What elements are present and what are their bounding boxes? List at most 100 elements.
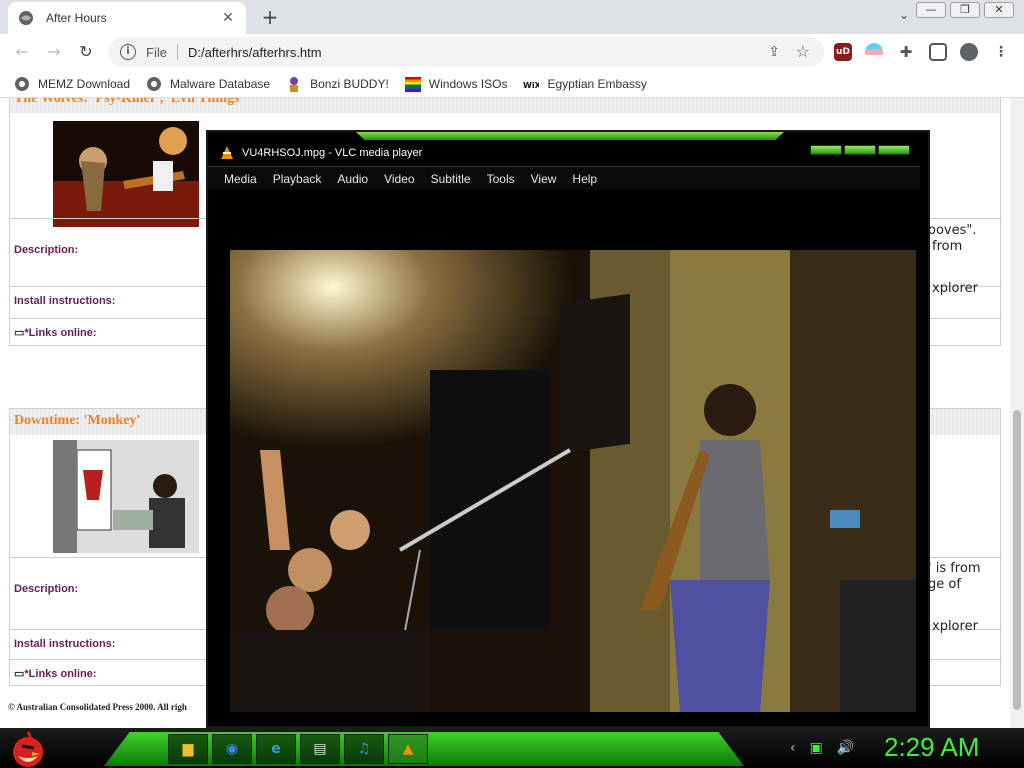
computer-icon[interactable]: ▤ <box>300 734 340 764</box>
site-info-icon[interactable]: i <box>120 44 136 60</box>
vlc-menu-bar: Media Playback Audio Video Subtitle Tool… <box>208 166 920 190</box>
bookmark-bonzi-buddy[interactable]: Bonzi BUDDY! <box>286 76 389 92</box>
bookmark-label: Windows ISOs <box>428 76 508 91</box>
globe-icon <box>15 76 29 91</box>
menu-video[interactable]: Video <box>384 172 414 186</box>
video-frame[interactable] <box>230 250 916 712</box>
menu-help[interactable]: Help <box>572 172 597 186</box>
address-scheme: File <box>146 44 167 60</box>
internet-explorer-icon[interactable]: e <box>256 734 296 764</box>
bookmark-memz[interactable]: MEMZ Download <box>14 76 130 92</box>
globe-icon <box>147 76 162 91</box>
pride-flag-icon[interactable] <box>865 43 883 61</box>
bookmarks-bar: MEMZ Download Malware Database Bonzi BUD… <box>0 70 1024 98</box>
bookmark-label: Egyptian Embassy <box>547 76 647 91</box>
install-text-fragment: xplorer <box>932 619 978 634</box>
wix-icon: WiX <box>523 81 539 90</box>
back-button[interactable]: ← <box>10 40 34 64</box>
description-label: Description: <box>14 583 79 595</box>
media-player-icon[interactable]: ♫ <box>344 734 384 764</box>
link-image-icon: ▭ <box>14 327 25 339</box>
taskbar: ▆ ◉ e ▤ ♫ ▲ ‹ ▣ 🔊 2:29 AM <box>0 728 1024 768</box>
page-scrollbar[interactable] <box>1010 98 1024 728</box>
profile-avatar-icon[interactable] <box>960 43 978 61</box>
ublock-icon[interactable]: uD <box>834 43 852 61</box>
links-online-link[interactable]: ▭*Links online: <box>14 326 97 339</box>
description-text-fragment: from <box>932 239 963 254</box>
folder-glyph: ▆ <box>182 741 194 757</box>
menu-subtitle[interactable]: Subtitle <box>431 172 471 186</box>
link-image-icon: ▭ <box>14 668 25 680</box>
bookmark-windows-isos[interactable]: Windows ISOs <box>404 76 508 92</box>
volume-icon[interactable]: 🔊 <box>837 740 854 756</box>
address-url[interactable]: D:/afterhrs/afterhrs.htm <box>188 45 322 60</box>
vlc-close-button[interactable] <box>878 145 910 155</box>
bonzi-icon <box>290 76 299 92</box>
menu-tools[interactable]: Tools <box>487 172 515 186</box>
tab-title: After Hours <box>46 11 107 25</box>
address-bar[interactable]: i File D:/afterhrs/afterhrs.htm ⇪ ☆ <box>108 37 824 67</box>
description-text-fragment: ' is from <box>928 561 981 576</box>
chrome-glyph: ◉ <box>225 741 239 757</box>
taskbar-clock[interactable]: 2:29 AM <box>884 732 979 763</box>
globe-icon <box>19 11 33 25</box>
menu-audio[interactable]: Audio <box>337 172 368 186</box>
menu-view[interactable]: View <box>531 172 557 186</box>
bookmark-egyptian-embassy[interactable]: WiX Egyptian Embassy <box>523 76 646 92</box>
vlc-window-controls <box>810 145 910 155</box>
vlc-glyph: ▲ <box>402 741 414 757</box>
vlc-minimize-button[interactable] <box>810 145 842 155</box>
restore-button[interactable]: ❐ <box>950 2 980 18</box>
vlc-window-title: VU4RHSOJ.mpg - VLC media player <box>242 147 423 159</box>
scrollbar-thumb[interactable] <box>1013 410 1021 710</box>
address-separator <box>176 44 178 60</box>
menu-media[interactable]: Media <box>224 172 257 186</box>
bookmark-label: Bonzi BUDDY! <box>310 76 389 91</box>
tab-after-hours[interactable]: After Hours ✕ <box>8 2 246 34</box>
vlc-icon[interactable]: ▲ <box>388 734 428 764</box>
vlc-titlebar[interactable]: VU4RHSOJ.mpg - VLC media player <box>220 146 422 160</box>
puzzle-icon[interactable]: ✚ <box>897 43 915 61</box>
band-photo-thumbnail[interactable] <box>53 440 199 553</box>
install-label: Install instructions: <box>14 638 116 650</box>
tab-search-chevron-icon[interactable]: ⌄ <box>894 8 914 28</box>
vlc-maximize-button[interactable] <box>844 145 876 155</box>
bookmark-malware-database[interactable]: Malware Database <box>146 76 270 92</box>
bookmark-label: MEMZ Download <box>38 76 131 91</box>
ie-glyph: e <box>271 741 281 757</box>
network-icon[interactable]: ▣ <box>810 740 823 756</box>
computer-glyph: ▤ <box>313 741 327 757</box>
share-icon[interactable]: ⇪ <box>768 44 780 60</box>
chrome-icon[interactable]: ◉ <box>212 734 252 764</box>
close-tab-icon[interactable]: ✕ <box>220 10 236 26</box>
close-window-button[interactable]: ✕ <box>984 2 1014 18</box>
links-online-link[interactable]: ▭*Links online: <box>14 667 97 680</box>
description-text-fragment: ge of <box>928 577 961 592</box>
bookmark-star-icon[interactable]: ☆ <box>796 42 810 61</box>
install-text-fragment: xplorer <box>932 281 978 296</box>
minimize-button[interactable]: — <box>916 2 946 18</box>
install-label: Install instructions: <box>14 295 116 307</box>
vlc-cone-icon <box>221 146 233 159</box>
copyright-text: © Australian Consolidated Press 2000. Al… <box>8 702 187 712</box>
bookmark-label: Malware Database <box>170 76 271 91</box>
system-tray: ‹ ▣ 🔊 <box>760 728 880 768</box>
side-panel-icon[interactable] <box>929 43 947 61</box>
vlc-window[interactable]: VU4RHSOJ.mpg - VLC media player Media Pl… <box>206 130 930 728</box>
tab-strip: After Hours ✕ + ⌄ — ❐ ✕ <box>0 0 1024 34</box>
tray-overflow-chevron-icon[interactable]: ‹ <box>790 740 796 756</box>
browser-toolbar: ← → ↻ i File D:/afterhrs/afterhrs.htm ⇪ … <box>0 34 1024 70</box>
forward-button[interactable]: → <box>42 40 66 64</box>
menu-kebab-icon[interactable]: ⋮ <box>992 43 1010 61</box>
new-tab-button[interactable]: + <box>258 6 282 30</box>
band-photo-thumbnail[interactable] <box>53 121 199 227</box>
menu-playback[interactable]: Playback <box>273 172 322 186</box>
windows-flag-icon <box>404 76 421 92</box>
file-explorer-icon[interactable]: ▆ <box>168 734 208 764</box>
vlc-title-accent <box>356 132 784 140</box>
description-label: Description: <box>14 244 79 256</box>
start-button-angry-bird-icon[interactable] <box>8 728 48 768</box>
reload-button[interactable]: ↻ <box>74 40 98 64</box>
card-heading: The Wolves: 'Psy-Killer', 'Evil Things' <box>10 98 1000 113</box>
description-text-fragment: ooves". <box>928 223 977 238</box>
